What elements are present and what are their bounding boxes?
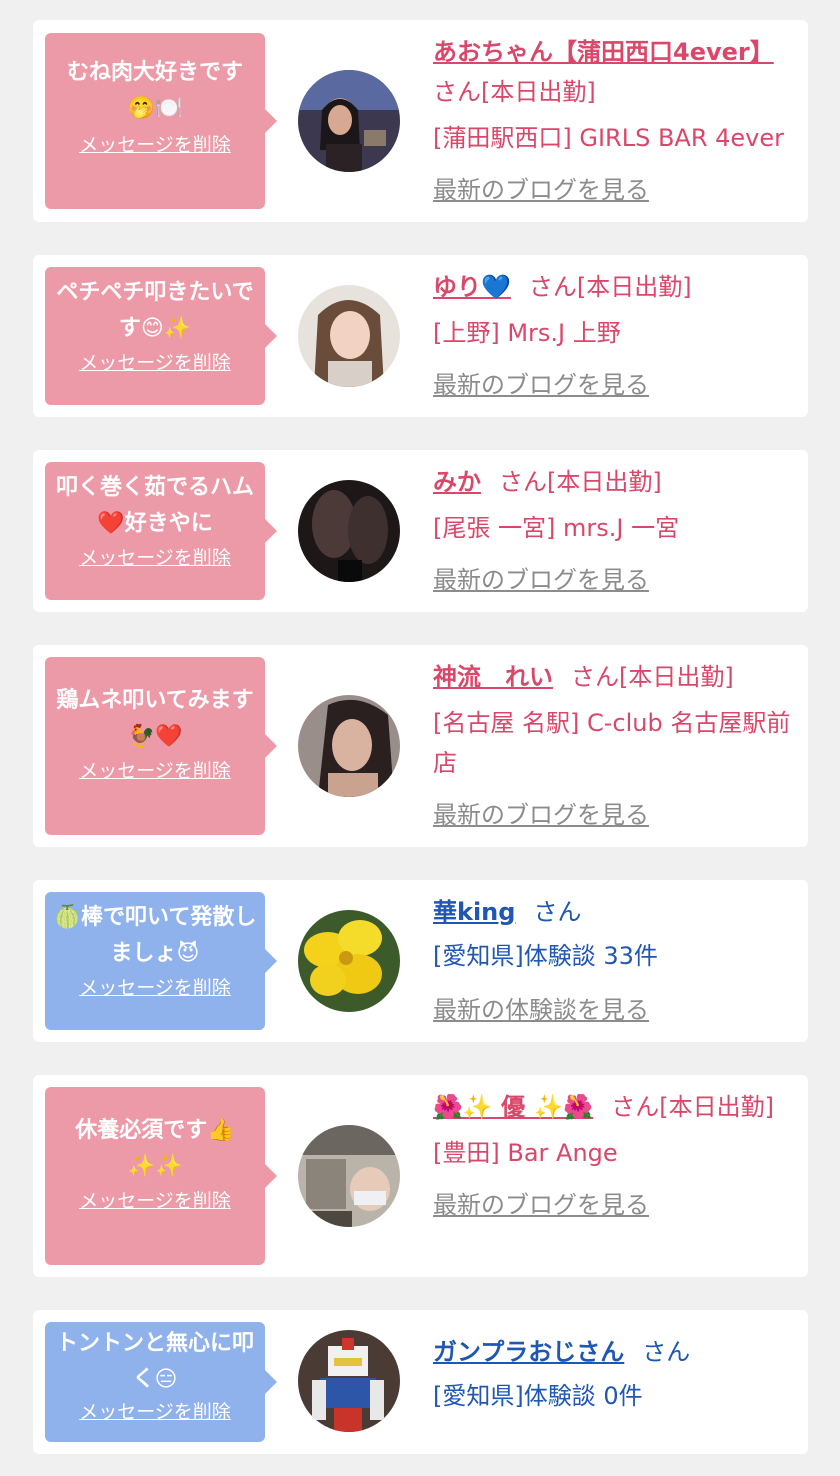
cast-name-link[interactable]: あおちゃん【蒲田西口4ever】: [433, 38, 774, 66]
delete-message-link[interactable]: メッセージを削除: [79, 546, 231, 570]
shop-location: [豊田] Bar Ange: [433, 1139, 618, 1167]
user-name-link[interactable]: 華king: [433, 898, 515, 926]
name-line: みか さん[本日出勤]: [433, 462, 794, 502]
message-bubble: 叩く巻く茹でるハム❤️好きやに メッセージを削除: [45, 462, 277, 600]
message-bubble: 鶏ムネ叩いてみます🐓❤️ メッセージを削除: [45, 657, 277, 835]
cast-name-link[interactable]: 🌺✨ 優 ✨🌺: [433, 1093, 593, 1121]
message-text: 休養必須です👍✨✨: [75, 1118, 235, 1179]
name-line: 神流 れい さん[本日出勤]: [433, 657, 794, 697]
shop-location: [上野] Mrs.J 上野: [433, 319, 621, 347]
honorific-status: さん[本日出勤]: [528, 273, 692, 301]
profile-info: 神流 れい さん[本日出勤] [名古屋 名駅] C-club 名古屋駅前店 最新の…: [433, 657, 794, 835]
avatar[interactable]: [298, 285, 400, 387]
latest-blog-link[interactable]: 最新のブログを見る: [433, 560, 649, 600]
message-card: 鶏ムネ叩いてみます🐓❤️ メッセージを削除 神流 れい さん[本日出勤] [名古屋…: [33, 645, 808, 847]
profile-info: ゆり💙 さん[本日出勤] [上野] Mrs.J 上野 最新のブログを見る: [433, 267, 794, 405]
honorific-status: さん[本日出勤]: [611, 1093, 774, 1121]
honorific: さん: [642, 1338, 691, 1366]
honorific-status: さん[本日出勤]: [433, 78, 596, 106]
message-card: 叩く巻く茹でるハム❤️好きやに メッセージを削除 みか さん[本日出勤] [尾張 …: [33, 450, 808, 612]
avatar[interactable]: [298, 910, 400, 1012]
delete-message-link[interactable]: メッセージを削除: [79, 1189, 231, 1213]
delete-message-link[interactable]: メッセージを削除: [79, 976, 231, 1000]
review-count: [愛知県]体験談 33件: [433, 942, 658, 970]
message-text: むね肉大好きです🤭🍽️: [66, 60, 243, 121]
delete-message-link[interactable]: メッセージを削除: [79, 1400, 231, 1424]
latest-blog-link[interactable]: 最新のブログを見る: [433, 795, 649, 835]
message-card: むね肉大好きです🤭🍽️ メッセージを削除 あおちゃん【蒲田西口4ever】さん[…: [33, 20, 808, 222]
message-card: 休養必須です👍✨✨ メッセージを削除 🌺✨ 優 ✨🌺 さん[本日出勤] [豊田] …: [33, 1075, 808, 1277]
shop-location: [尾張 一宮] mrs.J 一宮: [433, 514, 680, 542]
message-bubble: トントンと無心に叩く😑 メッセージを削除: [45, 1322, 277, 1442]
honorific-status: さん[本日出勤]: [499, 468, 662, 496]
message-text: 🍈棒で叩いて発散しましょ😈: [53, 905, 257, 966]
profile-info: 華king さん [愛知県]体験談 33件 最新の体験談を見る: [433, 892, 794, 1030]
shop-location: [名古屋 名駅] C-club 名古屋駅前店: [433, 709, 791, 777]
avatar[interactable]: [298, 480, 400, 582]
cast-name-link[interactable]: ゆり💙: [433, 273, 511, 301]
cast-name-link[interactable]: みか: [433, 468, 481, 496]
message-bubble: 🍈棒で叩いて発散しましょ😈 メッセージを削除: [45, 892, 277, 1030]
avatar[interactable]: [298, 70, 400, 172]
delete-message-link[interactable]: メッセージを削除: [79, 351, 231, 375]
profile-info: あおちゃん【蒲田西口4ever】さん[本日出勤] [蒲田駅西口] GIRLS B…: [433, 32, 794, 210]
user-name-link[interactable]: ガンプラおじさん: [433, 1338, 624, 1366]
latest-blog-link[interactable]: 最新のブログを見る: [433, 365, 649, 405]
message-card: 🍈棒で叩いて発散しましょ😈 メッセージを削除 華king さん [愛知県]体験談 …: [33, 880, 808, 1042]
message-bubble: むね肉大好きです🤭🍽️ メッセージを削除: [45, 33, 277, 209]
honorific-status: さん[本日出勤]: [571, 663, 734, 691]
profile-info: ガンプラおじさん さん [愛知県]体験談 0件: [433, 1332, 794, 1416]
delete-message-link[interactable]: メッセージを削除: [79, 759, 231, 783]
name-line: ガンプラおじさん さん: [433, 1332, 794, 1372]
cast-name-link[interactable]: 神流 れい: [433, 663, 553, 691]
profile-info: 🌺✨ 優 ✨🌺 さん[本日出勤] [豊田] Bar Ange 最新のブログを見る: [433, 1087, 794, 1225]
review-count: [愛知県]体験談 0件: [433, 1382, 643, 1410]
delete-message-link[interactable]: メッセージを削除: [79, 133, 231, 157]
message-card: トントンと無心に叩く😑 メッセージを削除 ガンプラおじさん さん [愛知県]体験談…: [33, 1310, 808, 1454]
name-line: ゆり💙 さん[本日出勤]: [433, 267, 794, 307]
name-line: 🌺✨ 優 ✨🌺 さん[本日出勤]: [433, 1087, 794, 1127]
message-text: トントンと無心に叩く😑: [55, 1331, 254, 1392]
avatar[interactable]: [298, 1330, 400, 1432]
message-bubble: ペチペチ叩きたいです😊✨ メッセージを削除: [45, 267, 277, 405]
profile-info: みか さん[本日出勤] [尾張 一宮] mrs.J 一宮 最新のブログを見る: [433, 462, 794, 600]
message-bubble: 休養必須です👍✨✨ メッセージを削除: [45, 1087, 277, 1265]
latest-review-link[interactable]: 最新の体験談を見る: [433, 990, 649, 1030]
honorific: さん: [533, 898, 582, 926]
avatar[interactable]: [298, 695, 400, 797]
message-text: ペチペチ叩きたいです😊✨: [56, 280, 254, 341]
shop-location: [蒲田駅西口] GIRLS BAR 4ever: [433, 124, 784, 152]
message-card: ペチペチ叩きたいです😊✨ メッセージを削除 ゆり💙 さん[本日出勤] [上野] M…: [33, 255, 808, 417]
message-text: 叩く巻く茹でるハム❤️好きやに: [55, 475, 254, 536]
name-line: 華king さん: [433, 892, 794, 932]
name-line: あおちゃん【蒲田西口4ever】さん[本日出勤]: [433, 32, 794, 112]
avatar[interactable]: [298, 1125, 400, 1227]
latest-blog-link[interactable]: 最新のブログを見る: [433, 170, 649, 210]
message-text: 鶏ムネ叩いてみます🐓❤️: [56, 688, 254, 749]
latest-blog-link[interactable]: 最新のブログを見る: [433, 1185, 649, 1225]
